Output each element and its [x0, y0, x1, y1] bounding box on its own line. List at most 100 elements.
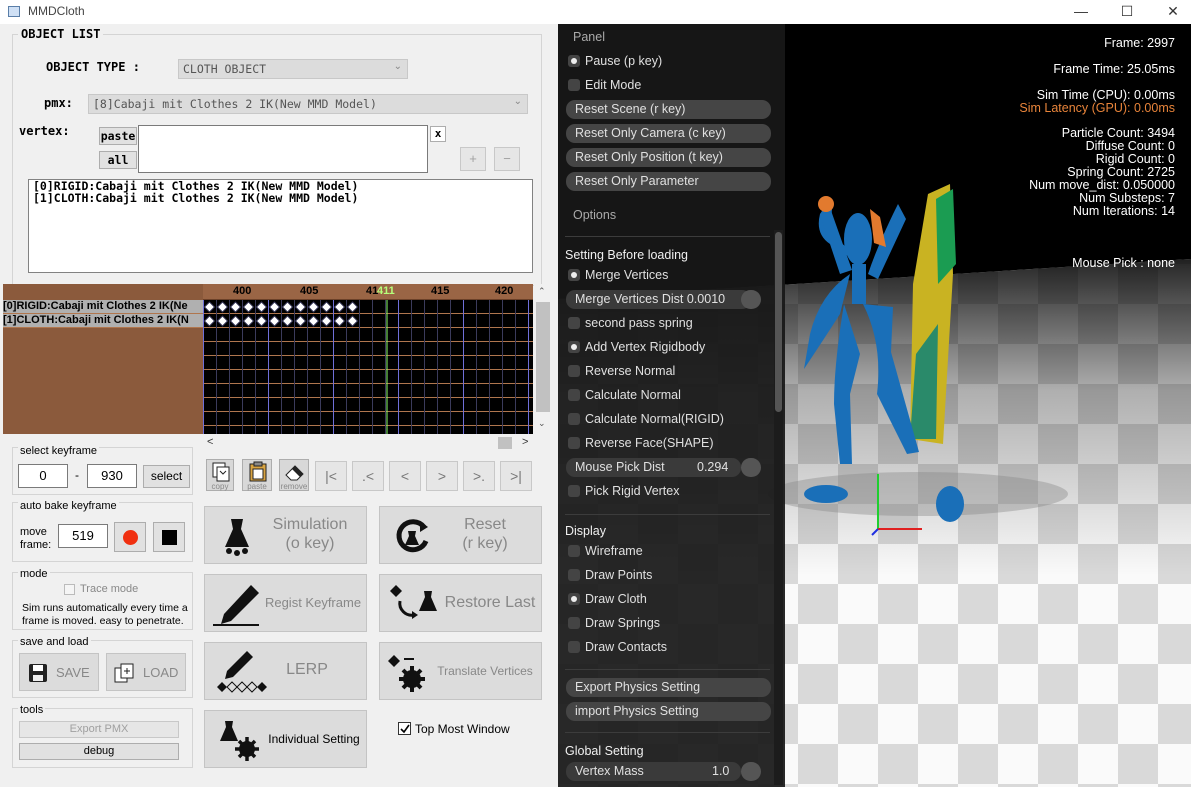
vertex-mass-slider[interactable]: Vertex Mass 1.0 [566, 762, 741, 781]
object-type-select[interactable]: CLOTH OBJECT ⌄ [178, 59, 408, 79]
close-button[interactable]: ✕ [1150, 0, 1191, 24]
panel-scroll-thumb[interactable] [775, 232, 782, 412]
edit-mode-checkbox[interactable] [568, 79, 580, 91]
keyframe-to-input[interactable]: 930 [87, 464, 137, 488]
timeline[interactable]: 400 405 41 411 415 420 [0]RIGID:Cabaji m… [3, 284, 533, 434]
gear-icon [388, 655, 425, 692]
prev-key-button[interactable]: .< [352, 461, 384, 491]
track-label[interactable]: [0]RIGID:Cabaji mit Clothes 2 IK(Ne [3, 300, 203, 314]
merge-vertices-checkbox[interactable] [568, 269, 580, 281]
hscroll-thumb[interactable] [498, 437, 512, 449]
move-frame-input[interactable]: 519 [58, 524, 108, 548]
next-frame-button[interactable]: > [426, 461, 458, 491]
pmx-select[interactable]: [8]Cabaji mit Clothes 2 IK(New MMD Model… [88, 94, 528, 114]
scroll-left-icon[interactable]: < [207, 436, 213, 448]
calc-normal-rigid-checkbox[interactable] [568, 413, 580, 425]
maximize-button[interactable]: ☐ [1104, 0, 1150, 24]
translate-vertices-button[interactable]: Translate Vertices [379, 642, 542, 700]
reset-button[interactable]: Reset (r key) [379, 506, 542, 564]
add-vertex-button[interactable]: + [460, 147, 486, 171]
trace-mode-label: Trace mode [80, 583, 139, 595]
reset-camera-button[interactable]: Reset Only Camera (c key) [566, 124, 771, 143]
slider-knob[interactable] [741, 290, 761, 309]
load-button[interactable]: LOAD [106, 653, 186, 691]
vertex-input[interactable] [138, 125, 428, 173]
draw-springs-checkbox[interactable] [568, 617, 580, 629]
list-item[interactable]: [1]CLOTH:Cabaji mit Clothes 2 IK(New MMD… [29, 192, 532, 204]
track-label[interactable]: [1]CLOTH:Cabaji mit Clothes 2 IK(N [3, 314, 203, 328]
reverse-face-checkbox[interactable] [568, 437, 580, 449]
wireframe-label: Wireframe [585, 544, 643, 558]
reset-parameter-button[interactable]: Reset Only Parameter [566, 172, 771, 191]
draw-contacts-checkbox[interactable] [568, 641, 580, 653]
scroll-up-icon[interactable]: ⌃ [538, 286, 546, 297]
scroll-down-icon[interactable]: ⌄ [538, 418, 546, 429]
import-physics-button[interactable]: import Physics Setting [566, 702, 771, 721]
reset-label: Reset [464, 516, 506, 533]
timeline-hscroll[interactable]: < > [203, 435, 533, 451]
top-most-checkbox[interactable] [398, 722, 411, 735]
draw-points-checkbox[interactable] [568, 569, 580, 581]
clear-vertex-button[interactable]: x [430, 126, 446, 142]
save-button[interactable]: SAVE [19, 653, 99, 691]
remove-vertex-button[interactable]: − [494, 147, 520, 171]
first-frame-button[interactable]: |< [315, 461, 347, 491]
pause-checkbox[interactable] [568, 55, 580, 67]
remove-keyframe-button[interactable]: remove [279, 459, 309, 491]
reset-scene-button[interactable]: Reset Scene (r key) [566, 100, 771, 119]
lerp-button[interactable]: LERP [204, 642, 367, 700]
export-physics-button[interactable]: Export Physics Setting [566, 678, 771, 697]
export-pmx-button[interactable]: Export PMX [19, 721, 179, 738]
second-pass-checkbox[interactable] [568, 317, 580, 329]
next-key-button[interactable]: >. [463, 461, 495, 491]
num-iterations: Num Iterations: 14 [1072, 204, 1175, 218]
stop-button[interactable] [153, 522, 185, 552]
simulation-button[interactable]: Simulation (o key) [204, 506, 367, 564]
regist-keyframe-button[interactable]: Regist Keyframe [204, 574, 367, 632]
keyframe-from-input[interactable]: 0 [18, 464, 68, 488]
restore-last-button[interactable]: Restore Last [379, 574, 542, 632]
reverse-normal-checkbox[interactable] [568, 365, 580, 377]
select-button[interactable]: select [143, 465, 190, 488]
calc-normal-checkbox[interactable] [568, 389, 580, 401]
scroll-right-icon[interactable]: > [522, 436, 528, 448]
copy-keyframe-button[interactable]: copy [206, 459, 234, 491]
floppy-icon [29, 664, 47, 682]
slider-knob[interactable] [741, 458, 761, 477]
all-vertex-button[interactable]: all [99, 151, 137, 169]
trace-mode-checkbox[interactable] [64, 584, 75, 595]
pause-label: Pause (p key) [585, 54, 663, 68]
last-frame-button[interactable]: >| [500, 461, 532, 491]
paste-keyframe-button[interactable]: paste [242, 459, 272, 491]
paste-vertex-button[interactable]: paste [99, 127, 137, 145]
add-vertex-rigidbody-checkbox[interactable] [568, 341, 580, 353]
reset-position-button[interactable]: Reset Only Position (t key) [566, 148, 771, 167]
timeline-grid[interactable] [203, 300, 533, 434]
tick-label: 420 [495, 285, 514, 297]
reverse-face-label: Reverse Face(SHAPE) [585, 436, 714, 450]
individual-setting-button[interactable]: Individual Setting [204, 710, 367, 768]
slider-knob[interactable] [741, 762, 761, 781]
wireframe-checkbox[interactable] [568, 545, 580, 557]
merge-dist-slider[interactable]: Merge Vertices Dist 0.0010 [566, 290, 751, 309]
edit-mode-label: Edit Mode [585, 78, 642, 92]
panel-scrollbar[interactable] [774, 230, 783, 785]
record-button[interactable] [114, 522, 146, 552]
object-listbox[interactable]: [0]RIGID:Cabaji mit Clothes 2 IK(New MMD… [28, 179, 533, 273]
vscroll-thumb[interactable] [536, 302, 550, 412]
mouse-pick-dist-slider[interactable]: Mouse Pick Dist 0.294 [566, 458, 741, 477]
pick-rigid-checkbox[interactable] [568, 485, 580, 497]
mode-desc-1: Sim runs automatically every time a [22, 602, 188, 614]
minimize-button[interactable]: — [1058, 0, 1104, 24]
draw-cloth-checkbox[interactable] [568, 593, 580, 605]
simulation-label: Simulation [272, 516, 348, 533]
tools-label: tools [18, 704, 46, 716]
display-header: Display [565, 524, 606, 538]
lerp-label: LERP [286, 661, 328, 678]
debug-button[interactable]: debug [19, 743, 179, 760]
mode-label: mode [18, 568, 50, 580]
prev-frame-button[interactable]: < [389, 461, 421, 491]
timeline-vscroll[interactable]: ⌃ ⌄ [534, 284, 552, 434]
window-title: MMDCloth [28, 4, 85, 18]
auto-bake-label: auto bake keyframe [18, 500, 119, 512]
